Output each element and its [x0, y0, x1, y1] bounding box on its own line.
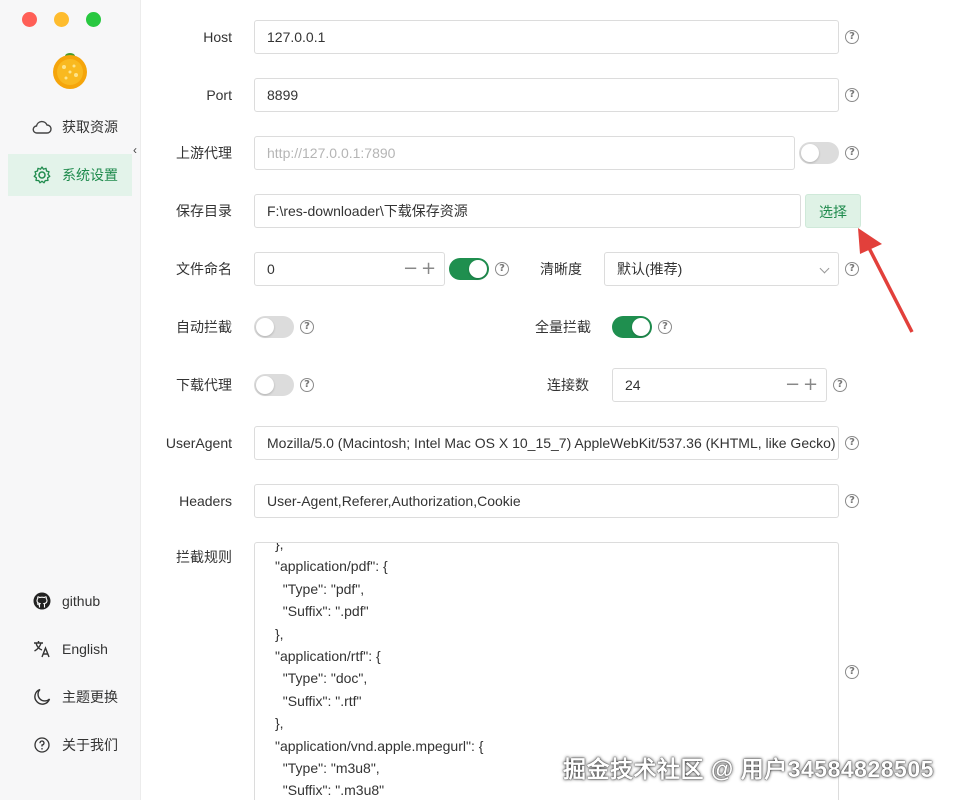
sidebar: 获取资源 系统设置 github English 主题更换 关于我们 — [0, 0, 141, 800]
help-icon[interactable]: ? — [845, 88, 859, 102]
file-naming-stepper[interactable]: 0 − + — [254, 252, 445, 286]
connections-stepper[interactable]: 24 − + — [612, 368, 827, 402]
upstream-proxy-input[interactable]: http://127.0.0.1:7890 — [254, 136, 795, 170]
increment-button[interactable]: + — [421, 253, 436, 285]
auto-intercept-toggle[interactable] — [254, 316, 294, 338]
help-icon[interactable]: ? — [300, 320, 314, 334]
file-naming-value: 0 — [267, 261, 275, 277]
user-agent-label: UserAgent — [165, 435, 232, 451]
moon-icon — [32, 687, 52, 707]
file-naming-label: 文件命名 — [176, 261, 232, 277]
file-naming-toggle[interactable] — [449, 258, 489, 280]
help-icon[interactable]: ? — [845, 665, 859, 679]
nav-label: 系统设置 — [62, 167, 118, 183]
port-input[interactable]: 8899 — [254, 78, 839, 112]
host-input[interactable]: 127.0.0.1 — [254, 20, 839, 54]
decrement-button[interactable]: − — [785, 369, 800, 401]
orange-logo-icon — [53, 53, 87, 89]
upstream-proxy-toggle[interactable] — [799, 142, 839, 164]
headers-label: Headers — [179, 493, 232, 509]
toggle-knob — [632, 318, 650, 336]
full-intercept-label: 全量拦截 — [535, 319, 591, 335]
help-icon[interactable]: ? — [845, 30, 859, 44]
clarity-select[interactable]: 默认(推荐) — [604, 252, 839, 286]
help-icon[interactable]: ? — [845, 146, 859, 160]
collapse-sidebar-icon[interactable]: ‹ — [133, 143, 137, 157]
nav-language[interactable]: English — [8, 628, 132, 670]
nav-label: 关于我们 — [62, 737, 118, 753]
help-circle-icon — [32, 735, 52, 755]
red-arrow-annotation — [858, 228, 914, 333]
port-label: Port — [206, 87, 232, 103]
gear-icon — [32, 165, 52, 185]
headers-input[interactable]: User-Agent,Referer,Authorization,Cookie — [254, 484, 839, 518]
nav-about[interactable]: 关于我们 — [8, 724, 132, 766]
help-icon[interactable]: ? — [658, 320, 672, 334]
github-icon — [32, 591, 52, 611]
toggle-knob — [256, 318, 274, 336]
save-dir-input[interactable]: F:\res-downloader\下载保存资源 — [254, 194, 801, 228]
watermark: 掘金技术社区 @ 用户34584828505 — [563, 756, 934, 782]
user-agent-input[interactable]: Mozilla/5.0 (Macintosh; Intel Mac OS X 1… — [254, 426, 839, 460]
cloud-icon — [32, 117, 52, 137]
nav-github[interactable]: github — [8, 580, 132, 622]
minimize-window-button[interactable] — [54, 12, 69, 27]
toggle-knob — [469, 260, 487, 278]
download-proxy-toggle[interactable] — [254, 374, 294, 396]
help-icon[interactable]: ? — [833, 378, 847, 392]
chevron-down-icon — [819, 263, 830, 274]
nav-label: 主题更换 — [62, 689, 118, 705]
auto-intercept-label: 自动拦截 — [176, 319, 232, 335]
nav-label: English — [62, 641, 108, 657]
close-window-button[interactable] — [22, 12, 37, 27]
nav-theme[interactable]: 主题更换 — [8, 676, 132, 718]
clarity-label: 清晰度 — [540, 261, 582, 277]
clarity-value: 默认(推荐) — [617, 261, 683, 277]
connections-value: 24 — [625, 377, 641, 393]
nav-label: github — [62, 593, 101, 609]
nav-get-resources[interactable]: 获取资源 — [8, 106, 132, 148]
window-controls — [22, 12, 101, 27]
intercept-rules-label: 拦截规则 — [176, 549, 232, 565]
increment-button[interactable]: + — [803, 369, 818, 401]
choose-dir-button[interactable]: 选择 — [805, 194, 861, 228]
connections-label: 连接数 — [547, 377, 589, 393]
maximize-window-button[interactable] — [86, 12, 101, 27]
nav-label: 获取资源 — [62, 119, 118, 135]
host-label: Host — [203, 29, 232, 45]
intercept-rules-content: }, "application/pdf": { "Type": "pdf", "… — [275, 542, 484, 799]
translate-icon — [32, 639, 52, 659]
save-dir-label: 保存目录 — [176, 203, 232, 219]
help-icon[interactable]: ? — [300, 378, 314, 392]
toggle-knob — [801, 144, 819, 162]
download-proxy-label: 下载代理 — [176, 377, 232, 393]
decrement-button[interactable]: − — [403, 253, 418, 285]
full-intercept-toggle[interactable] — [612, 316, 652, 338]
upstream-proxy-label: 上游代理 — [176, 145, 232, 161]
help-icon[interactable]: ? — [495, 262, 509, 276]
help-icon[interactable]: ? — [845, 494, 859, 508]
nav-system-settings[interactable]: 系统设置 — [8, 154, 132, 196]
help-icon[interactable]: ? — [845, 436, 859, 450]
toggle-knob — [256, 376, 274, 394]
